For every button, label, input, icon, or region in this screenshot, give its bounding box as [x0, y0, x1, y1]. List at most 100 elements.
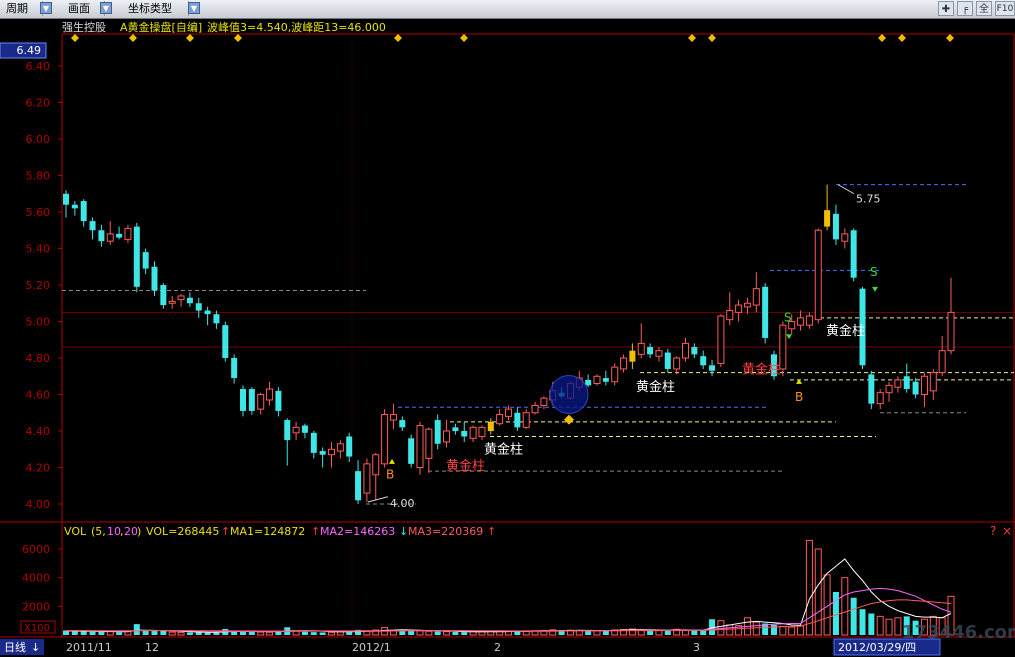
volume-bar-up — [168, 631, 176, 636]
volume-bar-up — [805, 539, 813, 636]
candle-body-up — [743, 302, 751, 308]
branch-icon[interactable]: ╒ — [957, 1, 973, 16]
volume-bar-up — [336, 631, 344, 636]
candle-body-up — [611, 366, 619, 383]
candle-body-up — [885, 384, 893, 394]
candle-body-down — [133, 226, 140, 287]
candle-body-up — [328, 448, 335, 456]
volume-bar-down — [868, 613, 875, 635]
vol-ma2: MA2=146263 — [320, 525, 395, 538]
candle-body-up — [655, 350, 663, 357]
candle-body-down — [319, 451, 326, 455]
current-price-label: 6.49 — [17, 44, 42, 57]
candle-body-down — [151, 266, 158, 291]
coord-type-menu-button[interactable]: 坐标类型 — [122, 1, 189, 16]
candle-body-up — [752, 288, 760, 306]
help-icon[interactable]: ? — [990, 524, 996, 538]
golden-pillar-label: 黄金柱 — [446, 458, 485, 474]
candle-body-up — [469, 426, 477, 439]
candle-body-up — [106, 233, 114, 242]
candle-body-up — [814, 229, 822, 321]
volume-bar-down — [98, 631, 105, 635]
high-price-pointer — [837, 184, 855, 195]
golden-pillar-candle — [629, 350, 636, 362]
golden-pillar-label: 黄金柱 — [742, 361, 781, 377]
candle-body-down — [89, 221, 96, 231]
candle-body-up — [168, 300, 176, 304]
vol-params-20: 20 — [124, 525, 138, 538]
volume-bar-down — [700, 630, 707, 635]
candle-body-down — [142, 252, 149, 269]
candle-body-up — [894, 379, 902, 388]
volume-bar-down — [434, 631, 441, 635]
candle-body-up — [425, 428, 433, 459]
watermark: 173446.com — [902, 622, 1015, 643]
volume-bar-down — [310, 632, 317, 635]
candle-body-down — [160, 285, 167, 306]
volume-bar-up — [779, 625, 787, 636]
candle-body-down — [80, 201, 87, 222]
price-tick-label: 4.00 — [26, 498, 51, 511]
candle-body-down — [284, 420, 291, 441]
pin-icon[interactable]: ✚ — [938, 1, 954, 16]
volume-bar-up — [257, 631, 265, 636]
candle-body-down — [310, 432, 317, 453]
volume-bar-up — [443, 631, 451, 636]
ma3-up-arrow: ↑ — [487, 525, 496, 538]
candle-body-up — [292, 426, 300, 434]
price-axis: 6.40 6.20 6.00 5.80 5.60 5.40 5.20 5.00 4.80 4.60… — [26, 60, 62, 511]
candle-body-up — [522, 412, 530, 428]
candle-body-down — [903, 376, 910, 390]
candle-body-down — [700, 356, 707, 366]
price-tick-label: 5.80 — [26, 170, 51, 183]
candle-body-down — [346, 436, 353, 457]
candle-body-up — [593, 375, 601, 385]
golden-pillar-candle — [487, 421, 494, 431]
candle-body-down — [301, 425, 308, 433]
price-tick-label: 6.20 — [26, 97, 51, 110]
candle-body-up — [257, 394, 265, 410]
buy-arrow-icon — [389, 458, 395, 464]
sell-arrow-icon — [872, 286, 878, 292]
screen-dropdown-icon[interactable]: ▼ — [100, 2, 112, 14]
candle-body-up — [673, 357, 681, 370]
volume-bar-up — [416, 630, 424, 636]
candle-body-down — [912, 381, 919, 395]
volume-bar-up — [328, 631, 335, 636]
period-menu-button[interactable]: 周期 — [0, 1, 43, 16]
stock-chart[interactable]: 强生控股 A黄金操盘[自编] 波峰值3=4.540,波峰距13=46.000 6… — [0, 18, 1015, 657]
candle-body-up — [938, 350, 946, 374]
candle-body-up — [496, 414, 504, 425]
signal-diamond-icon — [708, 34, 716, 42]
volume-bar-up — [885, 618, 893, 636]
candle-body-up — [389, 414, 397, 421]
candle-body-down — [240, 389, 246, 411]
volume-bar-down — [319, 632, 326, 635]
signal-diamond-icon — [898, 34, 906, 42]
candle-body-down — [195, 303, 202, 311]
candle-body-down — [213, 314, 220, 324]
candle-body-up — [124, 227, 132, 240]
volume-bar-up — [522, 630, 530, 636]
f10-button[interactable]: F10 — [995, 1, 1015, 16]
fullscreen-button[interactable]: 全 — [976, 1, 992, 16]
screen-menu-button[interactable]: 画面 — [62, 1, 105, 16]
candle-body-down — [63, 193, 69, 205]
volume-bar-down — [195, 632, 202, 635]
buy-signal-label: B — [795, 390, 803, 404]
vol-value: VOL=268445 — [146, 525, 219, 538]
sell-arrow-icon — [786, 334, 792, 340]
volume-bar-up — [752, 621, 760, 636]
golden-pillar-label: 黄金柱 — [636, 379, 675, 395]
candle-body-up — [726, 310, 734, 321]
period-dropdown-icon[interactable]: ▼ — [40, 2, 52, 14]
vol-params-comma: , — [120, 525, 124, 538]
close-panel-icon[interactable]: × — [1002, 524, 1012, 538]
vol-params-prefix: (5, — [91, 525, 106, 538]
coord-type-dropdown-icon[interactable]: ▼ — [188, 2, 200, 14]
signal-diamond-icon — [878, 34, 886, 42]
candle-body-up — [929, 372, 937, 392]
signal-diamond-icon — [688, 34, 696, 42]
candle-body-up — [735, 304, 743, 313]
volume-bar-up — [797, 625, 805, 636]
